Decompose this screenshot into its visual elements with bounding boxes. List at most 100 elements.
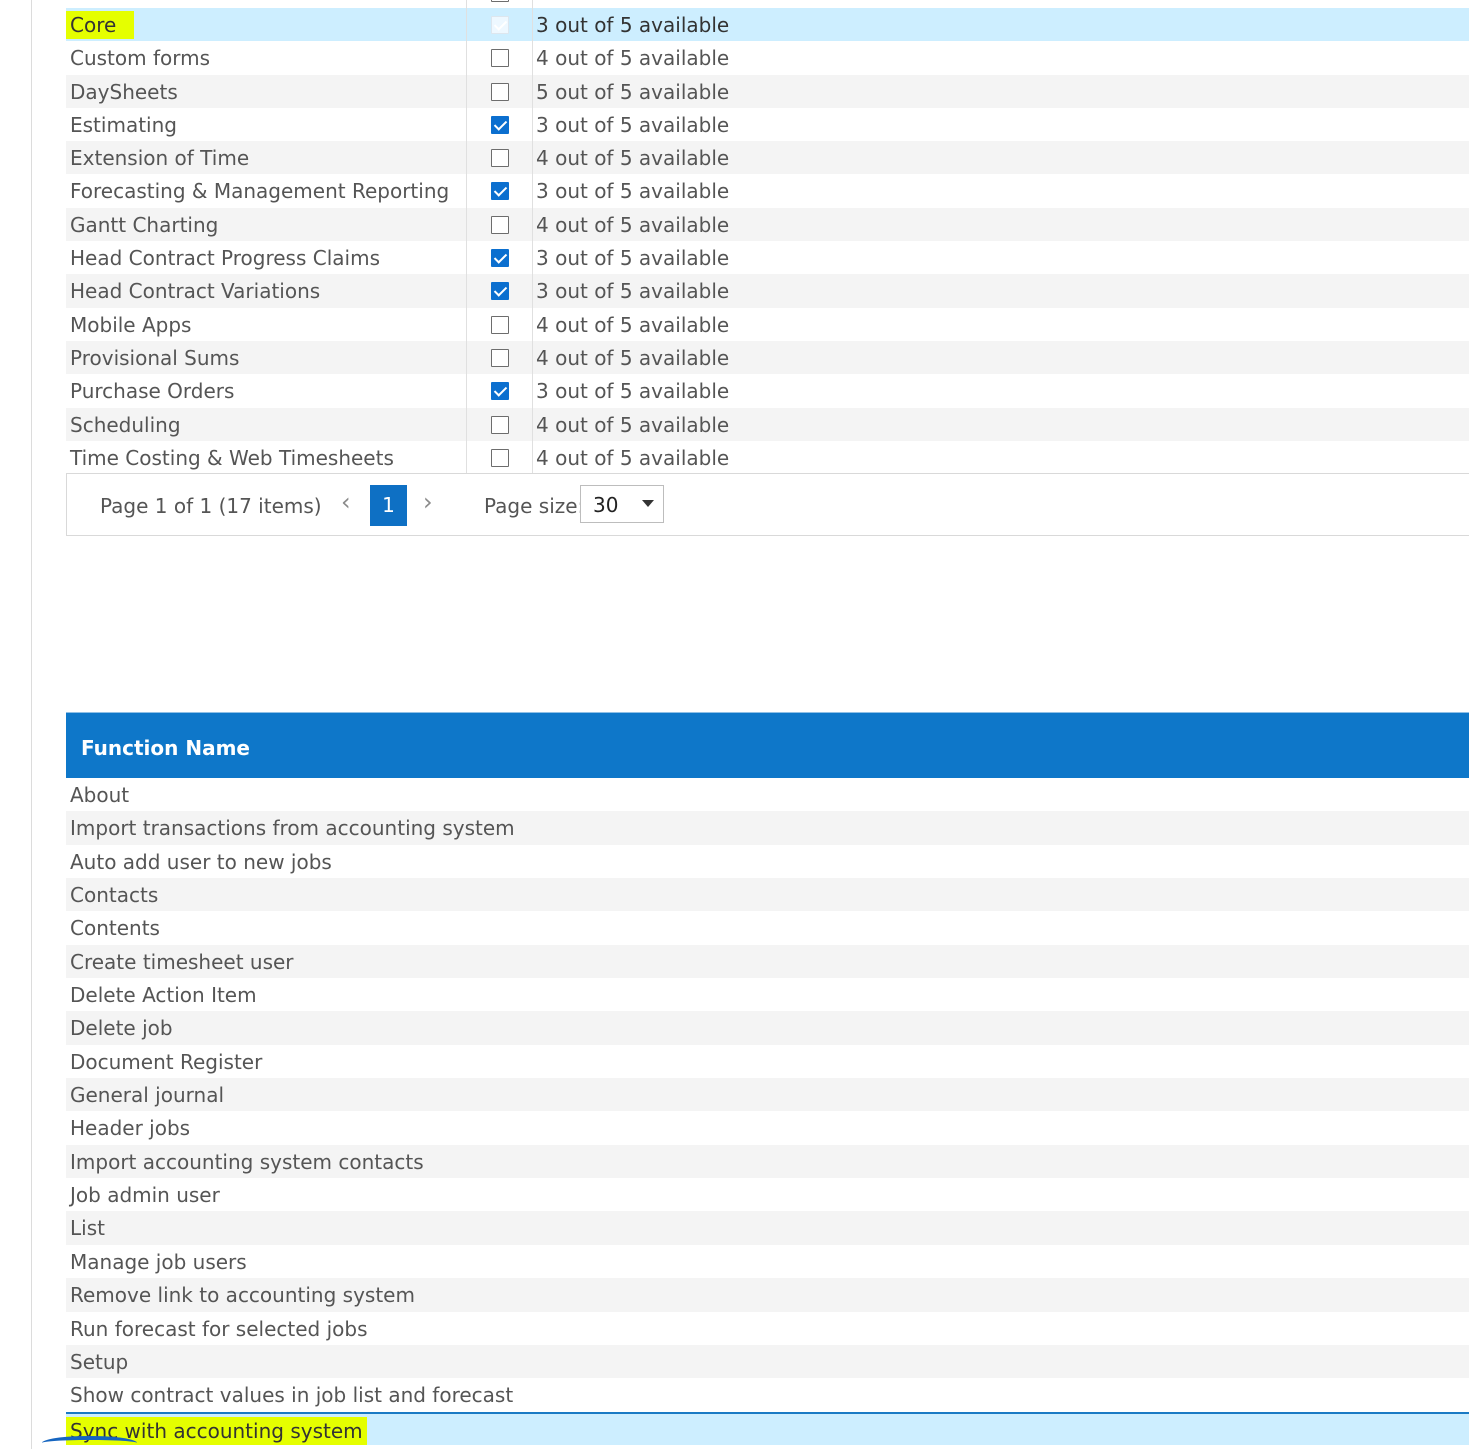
module-availability: 4 out of 5 available — [536, 445, 730, 470]
module-checkbox[interactable] — [491, 249, 509, 268]
table-row[interactable]: Run forecast for selected jobs — [66, 1312, 1469, 1345]
table-row[interactable]: Import accounting system contacts — [66, 1144, 1469, 1179]
checkbox-cell — [466, 141, 533, 175]
page-size-select[interactable]: 30 — [580, 485, 664, 523]
modules-grid: Core 3 out of 5 available Custom forms 4… — [66, 0, 1469, 475]
checkbox-cell — [466, 41, 533, 75]
module-name: Purchase Orders — [70, 379, 235, 404]
module-checkbox[interactable] — [491, 182, 509, 201]
left-border — [31, 0, 32, 1449]
table-row[interactable]: Delete job — [66, 1011, 1469, 1045]
checkbox-cell — [466, 407, 533, 441]
table-row[interactable]: Manage job users — [66, 1245, 1469, 1278]
table-row[interactable]: Extension of Time 4 out of 5 available — [66, 141, 1469, 175]
table-row[interactable]: Head Contract Progress Claims 3 out of 5… — [66, 241, 1469, 275]
module-name: Core — [66, 8, 135, 41]
module-checkbox[interactable] — [491, 115, 509, 134]
table-row[interactable]: Estimating 3 out of 5 available — [66, 107, 1469, 142]
table-row[interactable]: Provisional Sums 4 out of 5 available — [66, 340, 1469, 375]
table-row[interactable]: Create timesheet user — [66, 944, 1469, 979]
module-availability: 4 out of 5 available — [536, 312, 730, 337]
module-name: DaySheets — [70, 79, 178, 104]
table-row[interactable]: Scheduling 4 out of 5 available — [66, 407, 1469, 441]
module-checkbox[interactable] — [491, 16, 509, 34]
table-row[interactable]: Setup — [66, 1344, 1469, 1379]
checkbox-cell — [466, 174, 533, 208]
module-name: Time Costing & Web Timesheets — [70, 445, 394, 470]
module-checkbox[interactable] — [491, 82, 509, 101]
module-availability: 3 out of 5 available — [536, 379, 730, 404]
checkbox-cell — [466, 307, 533, 341]
module-checkbox[interactable] — [491, 448, 509, 467]
module-availability: 3 out of 5 available — [536, 112, 730, 137]
table-row[interactable]: Purchase Orders 3 out of 5 available — [66, 374, 1469, 408]
module-checkbox[interactable] — [491, 0, 509, 2]
module-availability: 3 out of 5 available — [536, 279, 730, 304]
module-name: Head Contract Progress Claims — [70, 246, 380, 271]
module-name: Estimating — [70, 112, 177, 137]
checkbox-cell — [466, 74, 533, 108]
module-checkbox[interactable] — [491, 315, 509, 334]
module-availability: 4 out of 5 available — [536, 146, 730, 171]
table-row-selected[interactable]: Sync with accounting system — [66, 1411, 1469, 1445]
table-row[interactable]: Head Contract Variations 3 out of 5 avai… — [66, 274, 1469, 308]
table-row[interactable]: Time Costing & Web Timesheets 4 out of 5… — [66, 440, 1469, 475]
module-name: Custom forms — [70, 46, 211, 71]
table-row[interactable]: Auto add user to new jobs — [66, 845, 1469, 878]
table-row-partial — [66, 0, 1469, 8]
table-row[interactable]: Remove link to accounting system — [66, 1278, 1469, 1312]
pager: Page 1 of 1 (17 items) ‹ 1 › Page size: … — [66, 473, 1469, 536]
module-name: Scheduling — [70, 412, 181, 437]
checkbox-cell — [466, 107, 533, 142]
chevron-left-icon[interactable]: ‹ — [341, 488, 351, 516]
module-availability: 4 out of 5 available — [536, 212, 730, 237]
module-availability: 3 out of 5 available — [536, 13, 730, 37]
table-row[interactable]: Header jobs — [66, 1111, 1469, 1144]
table-row[interactable]: Job admin user — [66, 1178, 1469, 1211]
table-row[interactable]: General journal — [66, 1078, 1469, 1112]
table-row[interactable]: About — [66, 778, 1469, 811]
module-checkbox[interactable] — [491, 149, 509, 168]
table-row[interactable]: DaySheets 5 out of 5 available — [66, 74, 1469, 108]
table-row[interactable]: Custom forms 4 out of 5 available — [66, 41, 1469, 75]
table-row[interactable]: Show contract values in job list and for… — [66, 1378, 1469, 1411]
module-name: Extension of Time — [70, 146, 250, 171]
module-availability: 4 out of 5 available — [536, 46, 730, 71]
chevron-right-icon[interactable]: › — [423, 488, 433, 516]
module-name: Mobile Apps — [70, 312, 192, 337]
module-name: Head Contract Variations — [70, 279, 321, 304]
module-checkbox[interactable] — [491, 49, 509, 68]
checkbox-cell — [466, 340, 533, 375]
module-checkbox[interactable] — [491, 382, 509, 401]
checkbox-cell — [466, 374, 533, 408]
checkbox-cell — [466, 274, 533, 308]
module-name: Gantt Charting — [70, 212, 219, 237]
module-availability: 4 out of 5 available — [536, 345, 730, 370]
module-checkbox[interactable] — [491, 282, 509, 301]
table-row[interactable]: Core 3 out of 5 available — [66, 8, 1469, 42]
table-row[interactable]: Forecasting & Management Reporting 3 out… — [66, 174, 1469, 208]
table-row[interactable]: Delete Action Item — [66, 978, 1469, 1011]
table-row[interactable]: Import transactions from accounting syst… — [66, 811, 1469, 845]
page-button-1[interactable]: 1 — [370, 485, 407, 526]
module-checkbox[interactable] — [491, 415, 509, 434]
checkbox-cell — [466, 0, 533, 8]
checkbox-cell — [466, 241, 533, 275]
module-availability: 3 out of 5 available — [536, 246, 730, 271]
table-row[interactable]: Document Register — [66, 1045, 1469, 1078]
checkbox-cell — [466, 207, 533, 242]
module-checkbox[interactable] — [491, 215, 509, 234]
caret-down-icon — [642, 500, 654, 507]
table-row[interactable]: Gantt Charting 4 out of 5 available — [66, 207, 1469, 242]
module-availability: 4 out of 5 available — [536, 412, 730, 437]
module-name: Forecasting & Management Reporting — [70, 179, 450, 204]
table-row[interactable]: List — [66, 1211, 1469, 1245]
column-header-function-name[interactable]: Function Name — [66, 712, 1469, 778]
table-row[interactable]: Contacts — [66, 878, 1469, 912]
table-row[interactable]: Mobile Apps 4 out of 5 available — [66, 307, 1469, 341]
table-row[interactable]: Contents — [66, 911, 1469, 944]
module-checkbox[interactable] — [491, 348, 509, 367]
pager-summary: Page 1 of 1 (17 items) — [100, 494, 322, 518]
functions-grid: Function Name About Import transactions … — [66, 712, 1469, 1445]
module-name: Provisional Sums — [70, 345, 240, 370]
